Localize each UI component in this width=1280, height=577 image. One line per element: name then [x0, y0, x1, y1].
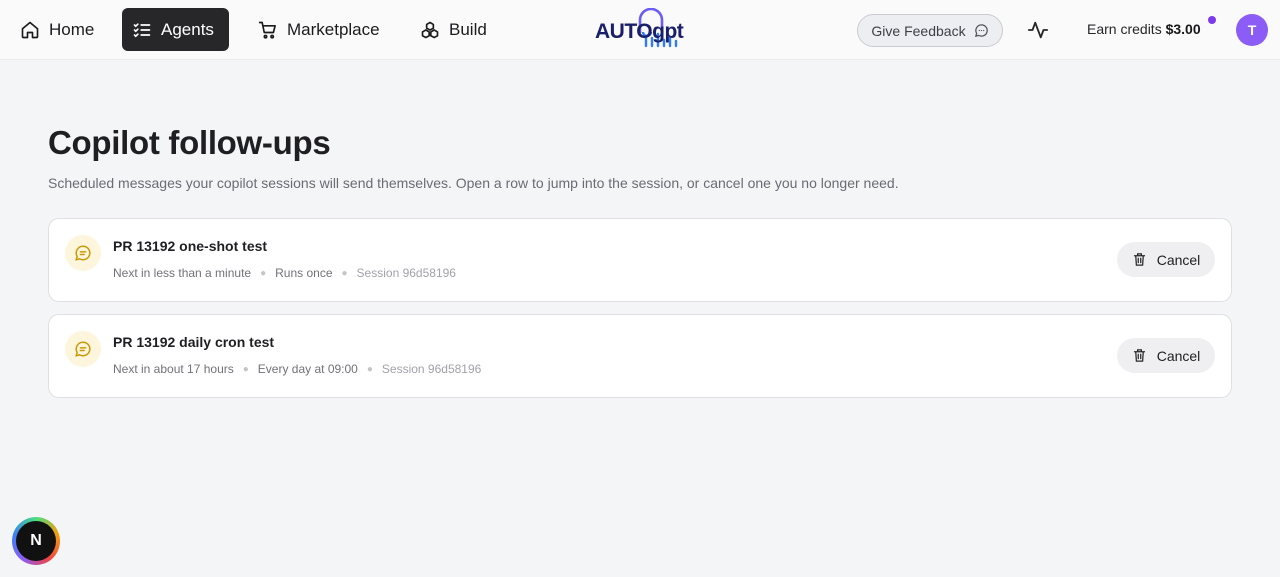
cart-icon	[258, 21, 276, 39]
nav-build-label: Build	[449, 19, 487, 39]
chat-bubble-icon	[974, 24, 988, 38]
message-icon	[75, 245, 91, 261]
user-avatar[interactable]: T	[1236, 14, 1268, 46]
message-icon	[75, 341, 91, 357]
nav-home-label: Home	[49, 19, 95, 39]
separator-dot: ●	[260, 267, 267, 279]
page-title: Copilot follow-ups	[48, 124, 331, 161]
followup-row[interactable]: PR 13192 daily cron test Next in about 1…	[48, 314, 1232, 398]
earn-credits-link[interactable]: Earn credits $3.00	[1087, 21, 1201, 37]
followup-meta: Next in about 17 hours ● Every day at 09…	[113, 362, 481, 376]
trash-icon	[1133, 253, 1145, 266]
logo-wordmark: AUTOgpt	[595, 20, 684, 43]
message-icon-badge	[65, 331, 101, 367]
nav-build[interactable]: Build	[410, 8, 497, 51]
nav-marketplace[interactable]: Marketplace	[248, 8, 390, 51]
followup-schedule: Runs once	[275, 266, 333, 280]
cancel-label: Cancel	[1156, 347, 1201, 364]
separator-dot: ●	[242, 363, 249, 375]
home-icon	[21, 21, 39, 38]
nav-home[interactable]: Home	[10, 8, 104, 51]
cancel-button[interactable]: Cancel	[1117, 338, 1215, 373]
give-feedback-label: Give Feedback	[871, 22, 966, 39]
autogpt-logo[interactable]: AUTOgpt	[594, 7, 686, 52]
followup-title: PR 13192 daily cron test	[113, 334, 275, 350]
fab-label: N	[16, 521, 56, 561]
nav-agents-label: Agents	[161, 19, 214, 39]
cancel-button[interactable]: Cancel	[1117, 242, 1215, 277]
message-icon-badge	[65, 235, 101, 271]
followup-title: PR 13192 one-shot test	[113, 238, 268, 254]
followup-schedule: Every day at 09:00	[257, 362, 358, 376]
followup-row[interactable]: PR 13192 one-shot test Next in less than…	[48, 218, 1232, 302]
notification-dot	[1208, 16, 1216, 24]
top-navigation-bar: Home Agents Marketplace Build AUTOgpt Gi…	[0, 0, 1280, 60]
followup-session: Session 96d58196	[381, 362, 482, 376]
page-subtitle: Scheduled messages your copilot sessions…	[48, 175, 899, 191]
followup-next-run: Next in less than a minute	[113, 266, 252, 280]
cancel-label: Cancel	[1156, 251, 1201, 268]
earn-credits-label: Earn credits	[1087, 21, 1162, 37]
followup-next-run: Next in about 17 hours	[113, 362, 234, 376]
followup-session: Session 96d58196	[356, 266, 456, 280]
give-feedback-button[interactable]: Give Feedback	[857, 14, 1003, 47]
credits-amount: $3.00	[1165, 21, 1201, 37]
nav-agents[interactable]: Agents	[122, 8, 229, 51]
list-checks-icon	[133, 22, 151, 37]
followup-meta: Next in less than a minute ● Runs once ●…	[113, 266, 456, 280]
nav-marketplace-label: Marketplace	[287, 19, 380, 39]
floating-assistant-button[interactable]: N	[12, 517, 60, 565]
cubes-icon	[421, 21, 439, 38]
activity-icon[interactable]	[1027, 19, 1049, 41]
separator-dot: ●	[366, 363, 373, 375]
separator-dot: ●	[341, 267, 348, 279]
trash-icon	[1133, 349, 1145, 362]
